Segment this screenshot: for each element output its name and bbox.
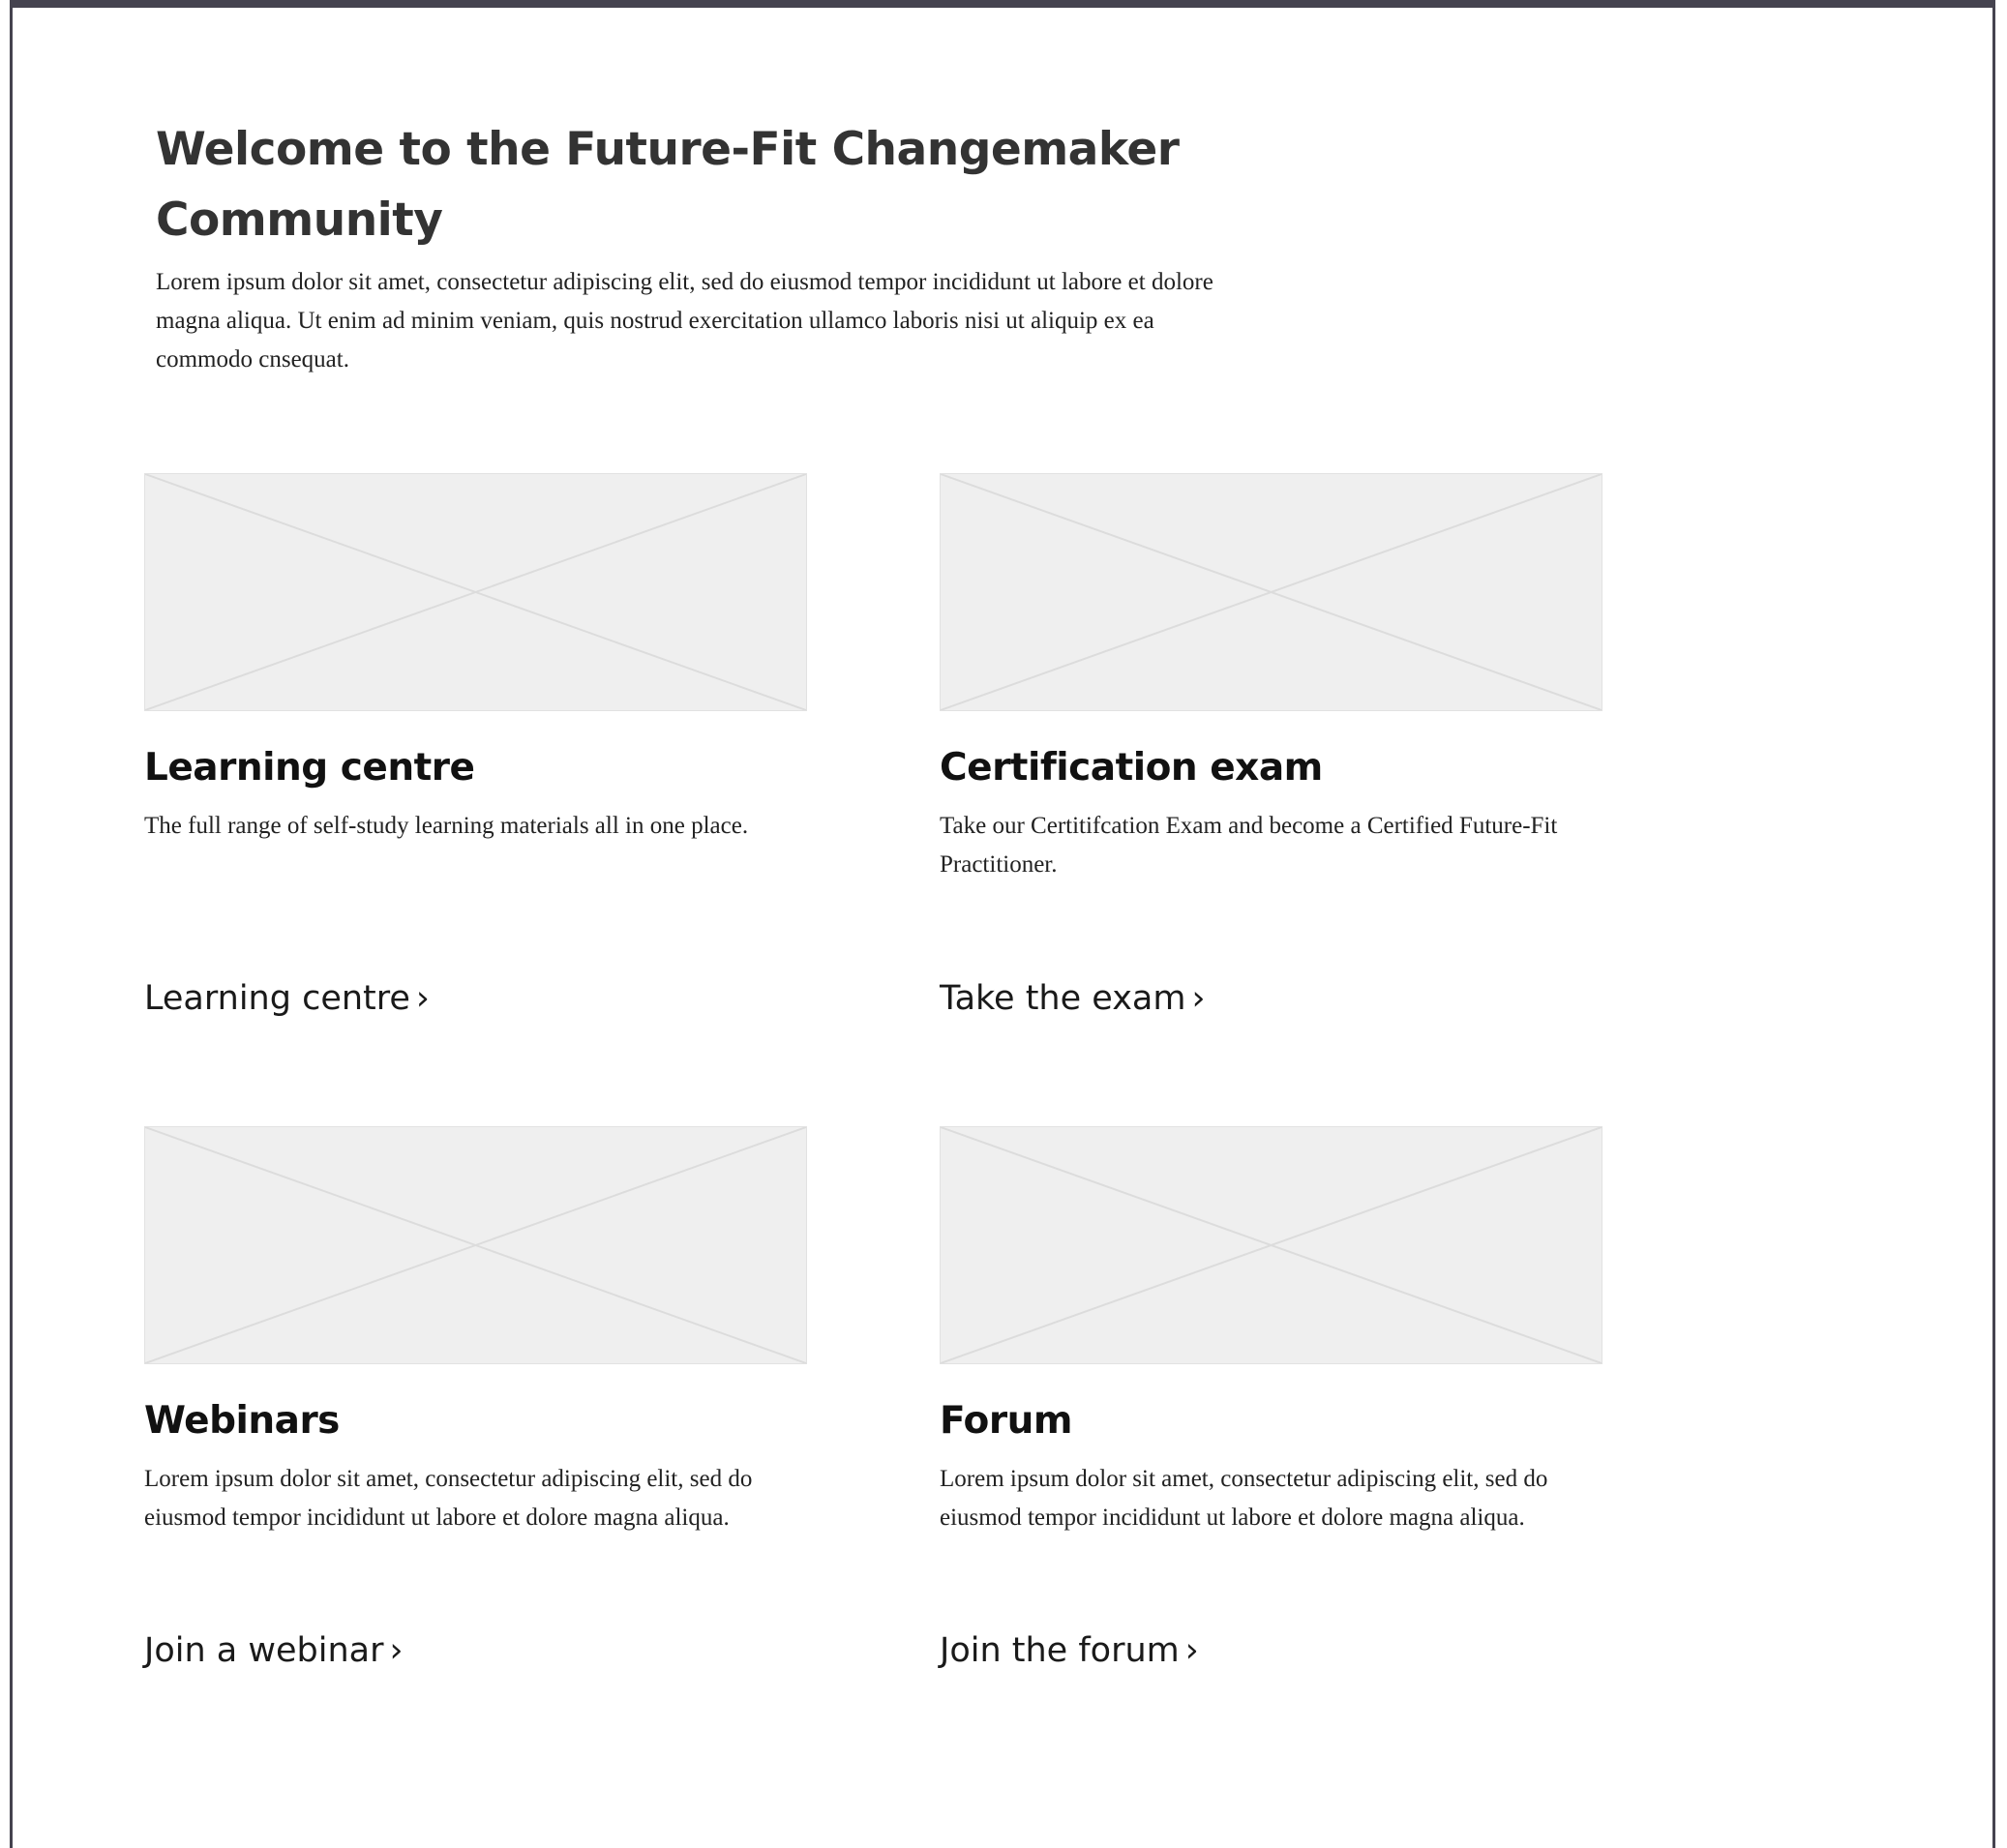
image-placeholder-icon [941,474,1602,710]
card-title: Learning centre [144,746,475,790]
card-description: The full range of self-study learning ma… [144,813,749,839]
link-label: Join the forum [940,1631,1180,1670]
image-placeholder-icon [145,474,806,710]
image-placeholder [940,473,1603,711]
image-placeholder [144,473,807,711]
learning-centre-link[interactable]: Learning centre › [144,977,430,1020]
take-exam-link[interactable]: Take the exam › [940,977,1205,1020]
link-label: Take the exam [940,979,1186,1018]
chevron-right-icon: › [1191,979,1206,1018]
intro-text: Lorem ipsum dolor sit amet, consectetur … [156,269,1213,373]
card-description: Lorem ipsum dolor sit amet, consectetur … [144,1466,753,1531]
card-title: Webinars [144,1399,340,1443]
page-frame: Welcome to the Future-Fit Changemaker Co… [10,0,1995,1848]
link-label: Join a webinar [144,1631,384,1670]
card-description: Lorem ipsum dolor sit amet, consectetur … [940,1466,1548,1531]
chevron-right-icon: › [1184,1631,1199,1670]
chevron-right-icon: › [415,979,430,1018]
image-placeholder [940,1126,1603,1364]
image-placeholder [144,1126,807,1364]
link-label: Learning centre [144,979,410,1018]
join-webinar-link[interactable]: Join a webinar › [144,1629,403,1672]
page-title: Welcome to the Future-Fit Changemaker Co… [156,123,1180,247]
card-description: Take our Certitifcation Exam and become … [940,813,1558,878]
chevron-right-icon: › [389,1631,404,1670]
join-forum-link[interactable]: Join the forum › [940,1629,1199,1672]
image-placeholder-icon [145,1127,806,1363]
card-title: Certification exam [940,746,1323,790]
card-title: Forum [940,1399,1073,1443]
image-placeholder-icon [941,1127,1602,1363]
